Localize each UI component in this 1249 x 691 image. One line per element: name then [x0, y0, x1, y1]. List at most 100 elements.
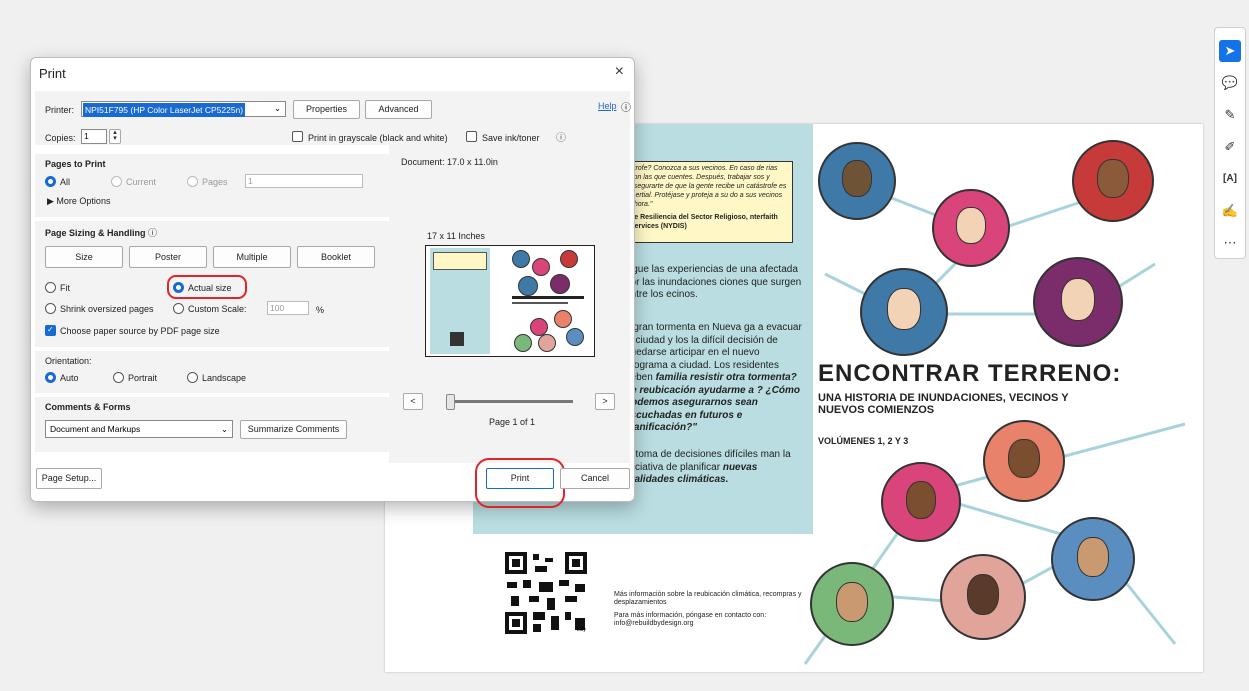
printer-bar: Printer: NPI51F795 (HP Color LaserJet CP… — [35, 91, 631, 145]
orientation-section: Orientation: Auto Portrait Landscape — [35, 351, 389, 393]
avatar-bob-woman — [1033, 257, 1123, 347]
avatar-dog — [881, 462, 961, 542]
page-setup-button[interactable]: Page Setup... — [36, 468, 102, 489]
body-text-1: sigue las experiencias de una afectada p… — [625, 264, 802, 300]
more-options-toggle[interactable]: ▶ More Options — [47, 196, 110, 207]
radio-shrink-label: Shrink oversized pages — [60, 304, 154, 314]
copies-input[interactable]: 1 — [81, 129, 107, 144]
document-subtitle: UNA HISTORIA DE INUNDACIONES, VECINOS Y … — [818, 392, 1069, 416]
radio-fit[interactable] — [45, 282, 56, 293]
tab-poster[interactable]: Poster — [129, 246, 207, 268]
preview-thumbnail — [425, 245, 595, 357]
percent-label: % — [316, 305, 325, 315]
thumbnail-avatar — [550, 274, 570, 294]
chevron-down-icon: ⌄ — [220, 424, 228, 434]
page-slider-track[interactable] — [449, 400, 573, 403]
radio-portrait[interactable] — [113, 372, 124, 383]
thumbnail-avatar — [518, 276, 538, 296]
radio-pages-label: Pages — [202, 177, 228, 187]
body-text-3a: la toma de decisiones difíciles man la i… — [625, 449, 791, 473]
paper-source-label: Choose paper source by PDF page size — [60, 326, 220, 336]
help-link[interactable]: Help — [598, 101, 617, 111]
page-sizing-heading-text: Page Sizing & Handling — [45, 228, 146, 238]
thumbnail-title — [512, 296, 584, 299]
tab-multiple[interactable]: Multiple — [213, 246, 291, 268]
radio-pages[interactable] — [187, 176, 198, 187]
sheet-size-label: 17 x 11 Inches — [427, 231, 485, 241]
more-icon[interactable]: ⋯ — [1219, 232, 1241, 254]
check-icon: ✓ — [47, 325, 54, 334]
close-icon[interactable]: × — [615, 63, 624, 81]
radio-current[interactable] — [111, 176, 122, 187]
printer-value: NPI51F795 (HP Color LaserJet CP5225n) — [83, 103, 246, 117]
avatar-hijab-woman — [940, 554, 1026, 640]
pages-to-print-heading: Pages to Print — [45, 159, 106, 169]
comment-icon[interactable]: 💬 — [1219, 72, 1241, 94]
highlight-pen-icon[interactable]: ✎ — [1219, 104, 1241, 126]
radio-portrait-label: Portrait — [128, 373, 158, 383]
cancel-button[interactable]: Cancel — [560, 468, 630, 489]
info-line-1: Más información sobre la reubicación cli… — [614, 591, 802, 606]
radio-custom-scale-label: Custom Scale: — [188, 304, 247, 314]
advanced-button[interactable]: Advanced — [365, 100, 432, 119]
tab-booklet[interactable]: Booklet — [297, 246, 375, 268]
annotation-circle-actual-size — [167, 275, 247, 299]
pages-range-input[interactable]: 1 — [245, 174, 363, 188]
help-icon[interactable]: ⓘ — [621, 99, 631, 114]
radio-landscape[interactable] — [187, 372, 198, 383]
save-ink-label: Save ink/toner — [482, 133, 540, 143]
avatar-woman-dark — [1072, 140, 1154, 222]
info-line-2: Para más información, póngase en contact… — [614, 612, 767, 627]
printer-select[interactable]: NPI51F795 (HP Color LaserJet CP5225n) ⌄ — [81, 101, 286, 117]
draw-icon[interactable]: ✐ — [1219, 136, 1241, 158]
avatar-glasses-man — [932, 189, 1010, 267]
avatar-mustache-man — [1051, 517, 1135, 601]
tab-size[interactable]: Size — [45, 246, 123, 268]
radio-auto[interactable] — [45, 372, 56, 383]
more-options-label: More Options — [56, 196, 111, 206]
info-icon[interactable]: ⓘ — [148, 228, 157, 238]
pages-to-print-section: Pages to Print All Current Pages 1 ▶ Mor… — [35, 154, 389, 217]
radio-all[interactable] — [45, 176, 56, 187]
prev-page-button[interactable]: < — [403, 393, 423, 410]
comments-forms-heading: Comments & Forms — [45, 402, 131, 412]
annotation-circle-print — [475, 458, 565, 508]
save-ink-checkbox[interactable] — [466, 131, 477, 142]
fill-sign-icon[interactable]: ✍ — [1219, 200, 1241, 222]
comments-select-value: Document and Markups — [50, 424, 141, 434]
text-box-icon[interactable]: [A] — [1219, 168, 1241, 190]
document-volumes: VOLÚMENES 1, 2 Y 3 — [818, 436, 909, 446]
radio-custom-scale[interactable] — [173, 303, 184, 314]
copies-stepper[interactable]: ▴ ▾ — [109, 129, 121, 144]
thumbnail-avatar — [532, 258, 550, 276]
preview-pane: Document: 17.0 x 11.0in 17 x 11 Inches <… — [389, 145, 630, 463]
next-page-button[interactable]: > — [595, 393, 615, 410]
info-icon[interactable]: ⓘ — [556, 129, 566, 144]
orientation-heading: Orientation: — [45, 356, 92, 366]
body-text-2: a gran tormenta en Nueva ga a evacuar la… — [625, 322, 805, 435]
page-slider-handle[interactable] — [446, 394, 455, 410]
quote-box: strofe? Conozca a sus vecinos. En caso d… — [625, 161, 793, 243]
radio-shrink[interactable] — [45, 303, 56, 314]
select-arrow-icon[interactable]: ➤ — [1219, 40, 1241, 62]
thumbnail-quote — [433, 252, 487, 270]
document-size-label: Document: 17.0 x 11.0in — [401, 157, 498, 167]
comments-forms-section: Comments & Forms Document and Markups ⌄ … — [35, 397, 389, 452]
grayscale-checkbox[interactable] — [292, 131, 303, 142]
grayscale-label: Print in grayscale (black and white) — [308, 133, 448, 143]
comments-select[interactable]: Document and Markups ⌄ — [45, 420, 233, 438]
radio-auto-label: Auto — [60, 373, 79, 383]
qr-caption: bitly — [577, 627, 586, 633]
thumbnail-avatar — [538, 334, 556, 352]
chevron-down-icon: ⌄ — [273, 103, 281, 113]
radio-current-label: Current — [126, 177, 157, 187]
avatar-hat-man — [818, 142, 896, 220]
summarize-comments-button[interactable]: Summarize Comments — [240, 420, 347, 439]
properties-button[interactable]: Properties — [293, 100, 360, 119]
custom-scale-input[interactable]: 100 — [267, 301, 309, 315]
qr-code — [505, 552, 587, 634]
paper-source-checkbox[interactable]: ✓ — [45, 325, 56, 336]
thumbnail-avatar — [554, 310, 572, 328]
body-text-3: la toma de decisiones difíciles man la i… — [625, 449, 805, 487]
avatar-smiling-man — [810, 562, 894, 646]
